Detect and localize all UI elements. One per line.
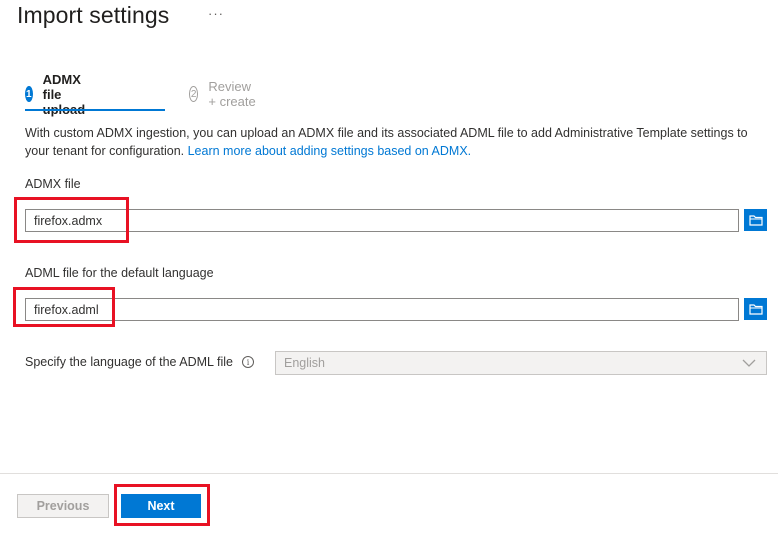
adml-file-value: firefox.adml	[34, 302, 99, 317]
learn-more-link[interactable]: Learn more about adding settings based o…	[188, 144, 472, 158]
more-options-icon[interactable]: ···	[208, 6, 224, 21]
admx-browse-button[interactable]	[744, 209, 767, 231]
admx-file-label: ADMX file	[25, 177, 81, 191]
active-step-indicator	[25, 109, 165, 111]
adml-file-label: ADML file for the default language	[25, 266, 214, 280]
folder-icon	[748, 215, 763, 226]
admx-file-value: firefox.admx	[34, 213, 103, 228]
page-title: Import settings	[17, 2, 170, 28]
step-admx-upload[interactable]: 1 ADMX file upload	[25, 72, 94, 117]
step-review-create[interactable]: 2 Review + create	[189, 79, 258, 109]
adml-file-input[interactable]: firefox.adml	[25, 298, 739, 321]
step-label-review-create: Review + create	[208, 79, 256, 109]
adml-browse-button[interactable]	[744, 298, 767, 320]
step-number-2: 2	[189, 86, 199, 102]
language-select: English	[275, 351, 767, 375]
admx-file-input[interactable]: firefox.admx	[25, 209, 739, 232]
description-text: With custom ADMX ingestion, you can uplo…	[25, 124, 773, 160]
next-button[interactable]: Next	[121, 494, 201, 518]
chevron-down-icon	[742, 359, 756, 367]
previous-button: Previous	[17, 494, 109, 518]
language-row: Specify the language of the ADML file i	[25, 355, 255, 369]
step-number-1: 1	[25, 86, 33, 102]
info-icon[interactable]: i	[242, 356, 255, 368]
folder-icon	[748, 304, 763, 315]
footer-divider	[0, 473, 778, 474]
language-value: English	[284, 356, 325, 370]
language-label: Specify the language of the ADML file	[25, 355, 234, 369]
